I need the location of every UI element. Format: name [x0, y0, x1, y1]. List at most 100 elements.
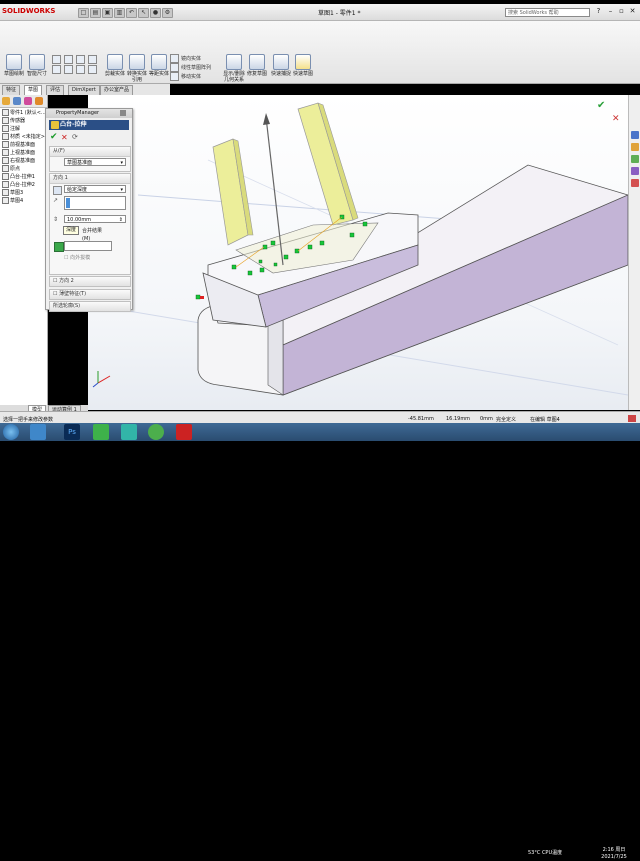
circle-icon[interactable]: [88, 55, 97, 64]
view-palette-icon[interactable]: [631, 167, 639, 175]
help-status-icon[interactable]: [628, 415, 636, 422]
feature-tree-icon[interactable]: [2, 97, 10, 105]
confirm-corner-cancel[interactable]: ✕: [612, 114, 620, 124]
thin-feature-group[interactable]: ☐ 薄壁特征(T): [49, 289, 131, 300]
tree-item-material[interactable]: 材质 <未指定>: [2, 133, 45, 141]
from-group-header[interactable]: 从(F): [50, 147, 130, 157]
tree-item-part[interactable]: 零件1 (默认<...: [2, 109, 46, 117]
tree-item-boss-extrude1[interactable]: 凸台-拉伸1: [2, 173, 35, 181]
rapid-sketch-icon: [295, 54, 311, 70]
tree-item-sketch3[interactable]: 草图3: [2, 189, 23, 197]
tab-office-products[interactable]: 办公室产品: [100, 85, 134, 95]
photoshop-icon[interactable]: Ps: [64, 424, 80, 440]
clock-time: 2:16 周日: [602, 847, 626, 853]
cancel-button[interactable]: ✕: [61, 133, 68, 142]
confirm-corner-ok[interactable]: ✔: [597, 100, 605, 111]
config-manager-icon[interactable]: [24, 97, 32, 105]
tree-item-annotations[interactable]: 注解: [2, 125, 20, 133]
tree-item-sketch4[interactable]: 草图4: [2, 197, 23, 205]
solidworks-taskbar-icon[interactable]: [176, 424, 192, 440]
mirror-entities-button[interactable]: 镜向实体: [170, 54, 201, 63]
clock[interactable]: 2:16 周日 2021/7/25: [590, 847, 638, 861]
tree-item-sensors[interactable]: 传感器: [2, 117, 25, 125]
rectangle-icon[interactable]: [64, 55, 73, 64]
display-manager-icon[interactable]: [35, 97, 43, 105]
tab-dimxpert[interactable]: DimXpert: [68, 85, 100, 95]
tab-sketch[interactable]: 草图: [24, 85, 43, 95]
design-library-icon[interactable]: [631, 143, 639, 151]
wechat-icon[interactable]: [148, 424, 164, 440]
tree-item-origin[interactable]: 原点: [2, 165, 20, 173]
ellipse-icon[interactable]: [88, 65, 97, 74]
direction-vector-field[interactable]: [64, 196, 126, 210]
trim-button[interactable]: 剪裁实体: [104, 54, 126, 77]
options-icon[interactable]: ⚙: [162, 8, 173, 18]
selected-contours-group[interactable]: 所选轮廓(S): [49, 301, 131, 312]
resources-icon[interactable]: [631, 131, 639, 139]
tree-item-top-plane[interactable]: 上视基准面: [2, 149, 35, 157]
rapid-sketch-button[interactable]: 快速草图: [292, 54, 314, 77]
tree-item-boss-extrude2[interactable]: 凸台-拉伸2: [2, 181, 35, 189]
convert-entities-button[interactable]: 转换实体引用: [126, 54, 148, 83]
repair-sketch-button[interactable]: 修复草图: [246, 54, 268, 77]
sketch-button[interactable]: 草图绘制: [4, 54, 24, 77]
minimize-button[interactable]: –: [606, 7, 615, 16]
move-entities-button[interactable]: 移动实体: [170, 72, 201, 81]
tree-item-right-plane[interactable]: 右视基准面: [2, 157, 35, 165]
extrude-icon: [51, 121, 59, 129]
help-icon[interactable]: ?: [594, 7, 603, 16]
print-icon[interactable]: ▥: [114, 8, 125, 18]
property-manager-icon[interactable]: [13, 97, 21, 105]
thin-feature-header[interactable]: ☐ 薄壁特征(T): [50, 290, 130, 299]
from-group: 从(F) 草图基准面 ▾: [49, 146, 131, 172]
ok-button[interactable]: ✔: [50, 133, 58, 142]
draft-angle-input[interactable]: [64, 241, 112, 251]
from-select[interactable]: 草图基准面 ▾: [64, 158, 126, 166]
files-icon[interactable]: [121, 424, 137, 440]
offset-entities-button[interactable]: 等距实体: [148, 54, 170, 77]
undo-icon[interactable]: ↶: [126, 8, 137, 18]
end-condition-select[interactable]: 给定深度 ▾: [64, 185, 126, 193]
quick-snaps-button[interactable]: 快速捕捉: [270, 54, 292, 77]
foxit-icon[interactable]: [93, 424, 109, 440]
smart-dimension-button[interactable]: 智能尺寸: [26, 54, 48, 77]
restore-button[interactable]: ▫: [617, 7, 626, 16]
explorer-icon[interactable]: [30, 424, 46, 440]
pin-icon[interactable]: [120, 110, 126, 116]
selected-contours-header[interactable]: 所选轮廓(S): [50, 302, 130, 311]
tab-evaluate[interactable]: 评估: [46, 85, 65, 95]
start-button[interactable]: [3, 424, 19, 440]
tree-item-front-plane[interactable]: 前视基准面: [2, 141, 35, 149]
relations-button[interactable]: 显示/删除几何关系: [222, 54, 246, 83]
arc-icon[interactable]: [52, 65, 61, 74]
polygon-icon[interactable]: [64, 65, 73, 74]
draft-outward-checkbox[interactable]: ☐ 向外拔模: [64, 254, 90, 262]
new-icon[interactable]: □: [78, 8, 89, 18]
rebuild-icon[interactable]: ●: [150, 8, 161, 18]
direction2-group[interactable]: ☐ 方向 2: [49, 276, 131, 287]
slot-icon[interactable]: [76, 55, 85, 64]
system-tray[interactable]: 53°C CPU温度: [528, 849, 562, 856]
feature-title: 凸台-拉伸: [49, 120, 129, 130]
tab-features[interactable]: 特征: [2, 85, 21, 95]
line-icon[interactable]: [52, 55, 61, 64]
save-icon[interactable]: ▣: [102, 8, 113, 18]
search-input[interactable]: 搜索 SolidWorks 帮助: [505, 8, 590, 17]
close-button[interactable]: ✕: [628, 7, 637, 16]
app-menu-bar: SOLIDWORKS □ ▤ ▣ ▥ ↶ ↖ ● ⚙ 草图1 - 零件1 * 搜…: [0, 4, 640, 21]
direction1-header[interactable]: 方向 1: [50, 174, 130, 184]
spline-icon[interactable]: [76, 65, 85, 74]
linear-pattern-button[interactable]: 线性草图阵列: [170, 63, 211, 72]
graphics-area[interactable]: [88, 95, 628, 410]
depth-input[interactable]: 10.00mm ⇕: [64, 215, 126, 223]
task-pane-tabs: [628, 95, 640, 410]
select-icon[interactable]: ↖: [138, 8, 149, 18]
reverse-direction-icon[interactable]: [53, 186, 62, 195]
direction2-header[interactable]: ☐ 方向 2: [50, 277, 130, 286]
direction-arrow-handle[interactable]: [263, 113, 270, 125]
open-icon[interactable]: ▤: [90, 8, 101, 18]
preview-button[interactable]: ⟳: [72, 133, 78, 142]
draft-icon[interactable]: [54, 242, 64, 252]
appearances-icon[interactable]: [631, 179, 639, 187]
file-explorer-icon[interactable]: [631, 155, 639, 163]
